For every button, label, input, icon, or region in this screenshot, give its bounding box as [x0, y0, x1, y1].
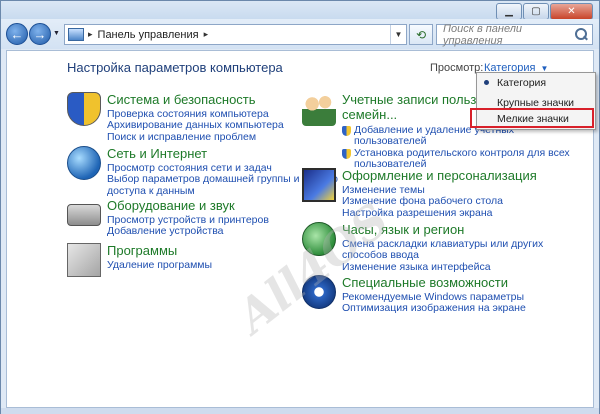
window-bottom-border — [1, 408, 599, 414]
page-title: Настройка параметров компьютера — [67, 60, 283, 75]
maximize-button[interactable]: ▢ — [523, 3, 549, 20]
navigation-bar: ← → ▼ ▸ Панель управления ▸ ▼ ⟲ Поиск в … — [1, 19, 599, 49]
network-globe-icon[interactable] — [67, 146, 101, 180]
search-box[interactable]: Поиск в панели управления — [436, 23, 593, 47]
menu-item-label[interactable]: Категория — [497, 77, 546, 89]
search-icon[interactable] — [573, 27, 589, 43]
category-title-line2[interactable]: семейн... — [342, 107, 397, 122]
display-icon[interactable] — [302, 168, 336, 202]
programs-icon[interactable] — [67, 243, 101, 277]
control-panel-icon — [68, 28, 84, 41]
selected-bullet-icon — [484, 80, 489, 85]
forward-button[interactable]: → — [29, 23, 51, 45]
link-optimize-display[interactable]: Оптимизация изображения на экране — [342, 302, 526, 314]
address-bar[interactable]: ▸ Панель управления ▸ ▼ — [64, 24, 407, 45]
highlight-frame — [470, 108, 594, 128]
category-title[interactable]: Сеть и Интернет — [107, 146, 207, 161]
caption-buttons: ▁ ▢ ✕ — [495, 3, 593, 20]
menu-item-category[interactable]: Категория — [477, 74, 595, 92]
link-add-device[interactable]: Добавление устройства — [107, 225, 269, 237]
link-display-language[interactable]: Изменение языка интерфейса — [342, 261, 543, 273]
minimize-button[interactable]: ▁ — [496, 3, 522, 20]
breadcrumb-control-panel[interactable]: Панель управления — [98, 29, 199, 41]
breadcrumb-child-separator-icon[interactable]: ▸ — [204, 29, 209, 40]
forward-arrow-icon: → — [33, 26, 47, 42]
window-frame: ▁ ▢ ✕ ← → ▼ ▸ Панель управления ▸ ▼ ⟲ По… — [0, 0, 600, 414]
link-parental-controls[interactable]: Установка родительского контроля для все… — [342, 147, 570, 160]
category-title[interactable]: Оборудование и звук — [107, 198, 235, 213]
users-icon[interactable] — [302, 92, 336, 126]
close-button[interactable]: ✕ — [550, 3, 593, 20]
recent-pages-dropdown[interactable]: ▼ — [53, 30, 60, 37]
category-title[interactable]: Специальные возможности — [342, 275, 508, 290]
link-troubleshoot[interactable]: Поиск и исправление проблем — [107, 131, 284, 143]
search-input[interactable]: Поиск в панели управления — [443, 23, 573, 47]
security-shield-icon[interactable] — [67, 92, 101, 126]
refresh-button[interactable]: ⟲ — [409, 24, 433, 45]
breadcrumb-separator-icon[interactable]: ▸ — [88, 29, 93, 40]
link-uninstall[interactable]: Удаление программы — [107, 259, 212, 271]
back-arrow-icon: ← — [10, 26, 24, 42]
back-button[interactable]: ← — [6, 23, 28, 45]
category-title[interactable]: Программы — [107, 243, 177, 258]
address-history-dropdown[interactable]: ▼ — [390, 25, 406, 44]
category-title[interactable]: Система и безопасность — [107, 92, 256, 107]
category-title[interactable]: Оформление и персонализация — [342, 168, 537, 183]
printer-icon[interactable] — [67, 204, 101, 226]
title-bar: ▁ ▢ ✕ — [1, 1, 599, 20]
refresh-icon: ⟲ — [415, 27, 427, 42]
